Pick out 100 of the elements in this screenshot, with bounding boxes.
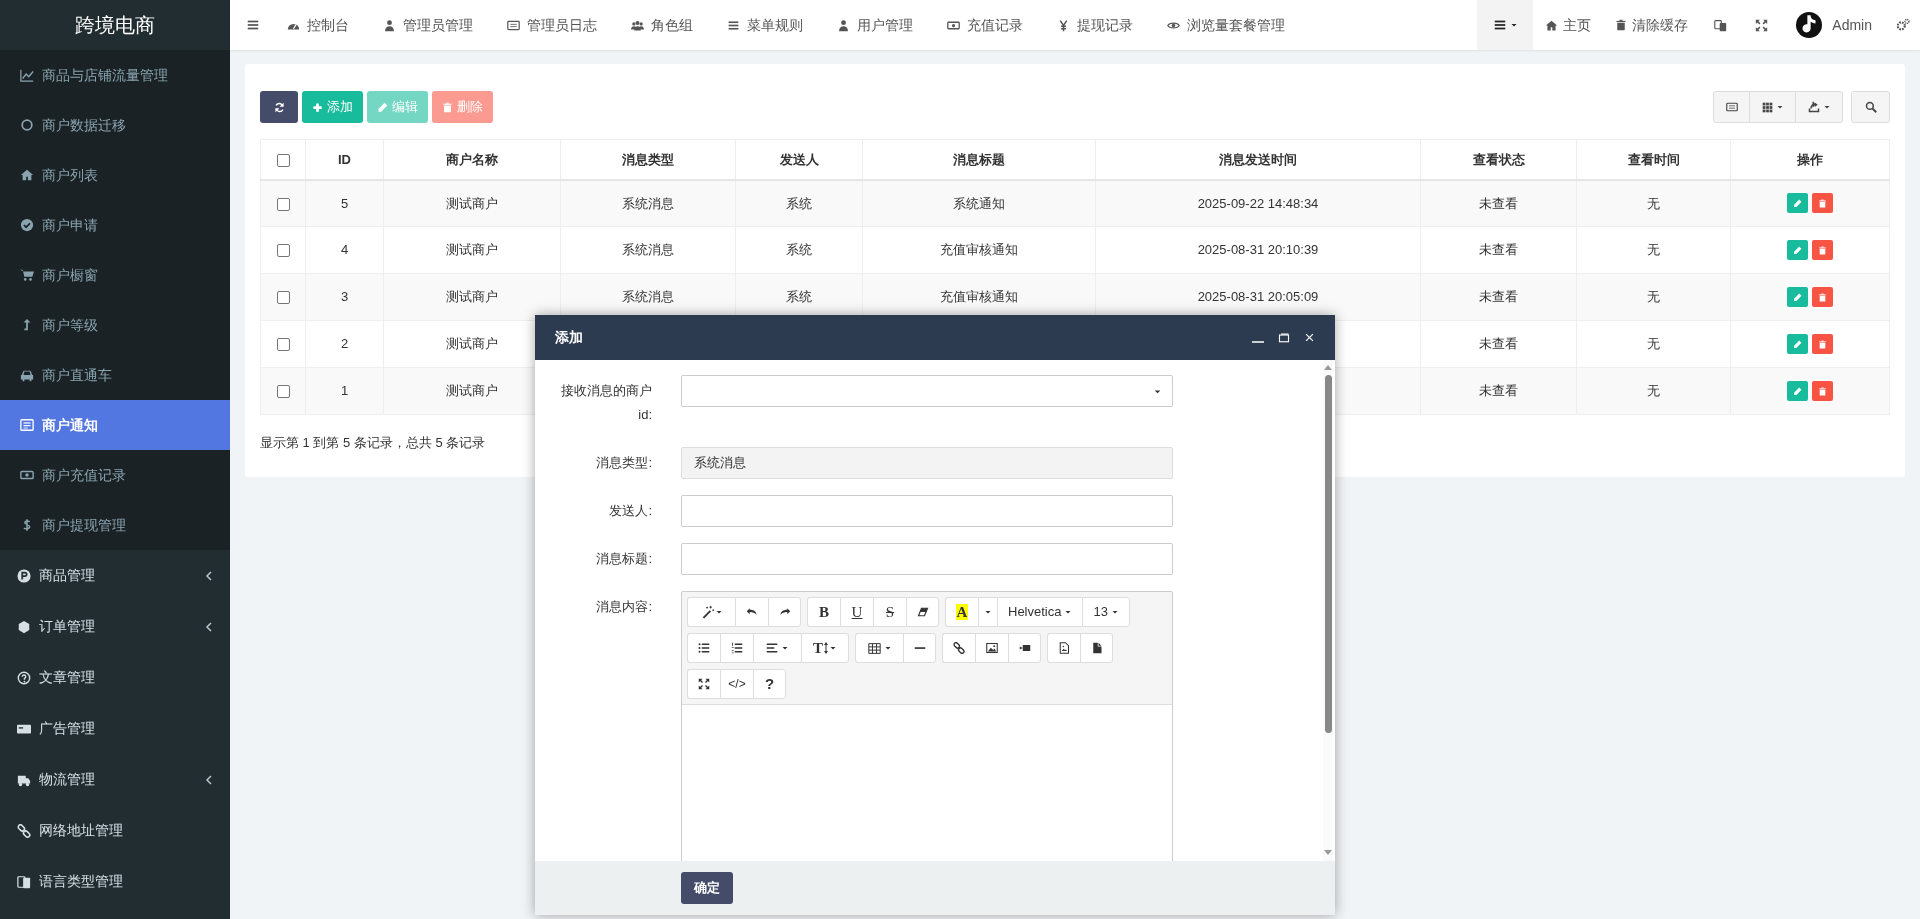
minimize-icon[interactable] xyxy=(1252,340,1264,343)
confirm-button[interactable]: 确定 xyxy=(681,872,733,904)
bullet-list-icon xyxy=(698,642,710,654)
nav-link[interactable]: 浏览量套餐管理 xyxy=(1155,0,1297,50)
refresh-button[interactable] xyxy=(260,91,298,123)
image-file-button[interactable] xyxy=(1047,633,1080,663)
maximize-icon xyxy=(1278,331,1290,344)
select-field[interactable] xyxy=(681,375,1173,407)
delete-button[interactable] xyxy=(1812,240,1833,260)
bold-button[interactable]: B xyxy=(807,597,840,627)
chevron-left-icon xyxy=(205,570,213,581)
edit-button[interactable] xyxy=(1787,381,1808,401)
strikethrough-button[interactable]: S xyxy=(873,597,906,627)
checkbox[interactable] xyxy=(276,385,290,399)
dropdown-button[interactable]: 13 xyxy=(1082,597,1130,627)
edit-button[interactable] xyxy=(1787,240,1808,260)
link-button[interactable] xyxy=(942,633,975,663)
input-field[interactable] xyxy=(681,495,1173,527)
parking-icon xyxy=(17,568,31,583)
input-field[interactable] xyxy=(681,543,1173,575)
sidebar-item[interactable]: 商户数据迁移 xyxy=(0,100,230,150)
nav-link[interactable]: 管理员管理 xyxy=(371,0,485,50)
checkbox[interactable] xyxy=(276,338,290,352)
sidebar-item[interactable]: 商户提现管理 xyxy=(0,500,230,550)
align-button[interactable] xyxy=(753,633,801,663)
list-icon xyxy=(507,18,520,32)
scrollbar[interactable] xyxy=(1323,360,1333,861)
close-icon xyxy=(1304,332,1315,343)
column-header[interactable]: 查看状态 xyxy=(1472,151,1525,167)
color-menu-button[interactable] xyxy=(978,597,997,627)
column-header[interactable]: 操作 xyxy=(1797,151,1823,167)
column-header[interactable]: 商户名称 xyxy=(446,151,498,167)
video-icon xyxy=(1018,642,1031,654)
nav-link[interactable]: 充值记录 xyxy=(935,0,1035,50)
edit-button[interactable] xyxy=(1787,287,1808,307)
picture-button[interactable] xyxy=(975,633,1008,663)
numbered-list-button[interactable] xyxy=(720,633,753,663)
font-color-button[interactable]: A xyxy=(945,597,978,627)
column-header[interactable]: 消息标题 xyxy=(953,151,1005,167)
delete-button[interactable] xyxy=(1812,381,1833,401)
checkbox[interactable] xyxy=(276,153,290,167)
user-menu[interactable]: Admin xyxy=(1782,0,1886,50)
sidebar-item[interactable]: 商户直通车 xyxy=(0,350,230,400)
sidebar-item[interactable]: 商户通知 xyxy=(0,400,230,450)
search-button[interactable] xyxy=(1851,91,1890,123)
checkbox[interactable] xyxy=(276,244,290,258)
table-cell: 2025-09-22 14:48:34 xyxy=(1197,195,1319,211)
table-cell: 未查看 xyxy=(1479,289,1518,305)
redo-button[interactable] xyxy=(768,597,801,627)
sidebar-item[interactable]: 商户申请 xyxy=(0,200,230,250)
home-icon xyxy=(20,168,34,182)
edit-button[interactable] xyxy=(1787,193,1808,214)
eraser-button[interactable] xyxy=(906,597,939,627)
nav-link[interactable]: 控制台 xyxy=(275,0,361,50)
file-button[interactable] xyxy=(1080,633,1113,663)
undo-button[interactable] xyxy=(735,597,768,627)
sidebar-item[interactable]: 商户充值记录 xyxy=(0,450,230,500)
line-height-button[interactable]: T xyxy=(801,633,849,663)
column-header[interactable]: 发送人 xyxy=(779,151,819,167)
field-label: 接收消息的商户id: xyxy=(560,382,652,424)
delete-button[interactable] xyxy=(1812,334,1833,354)
nav-link[interactable]: 提现记录 xyxy=(1045,0,1145,50)
table-button[interactable] xyxy=(855,633,903,663)
nav-link[interactable]: 角色组 xyxy=(619,0,705,50)
help-button[interactable]: ? xyxy=(753,669,786,699)
delete-button[interactable] xyxy=(1812,193,1833,214)
column-header[interactable]: 消息类型 xyxy=(622,151,674,167)
checkbox[interactable] xyxy=(276,291,290,305)
nav-link[interactable]: 用户管理 xyxy=(825,0,925,50)
video-button[interactable] xyxy=(1008,633,1041,663)
sidebar-item[interactable]: 商户列表 xyxy=(0,150,230,200)
dropdown-button[interactable]: Helvetica xyxy=(997,597,1083,627)
delete-button[interactable] xyxy=(1812,287,1833,307)
nav-link[interactable]: 清除缓存 xyxy=(1603,0,1701,50)
nav-link[interactable]: 菜单规则 xyxy=(715,0,815,50)
sidebar-item[interactable]: 商户橱窗 xyxy=(0,250,230,300)
checkbox[interactable] xyxy=(276,197,290,211)
language-icon xyxy=(17,874,31,889)
gears-icon xyxy=(1896,18,1910,32)
trash-icon xyxy=(442,101,453,113)
fullscreen-icon xyxy=(698,678,710,690)
nav-link[interactable]: 管理员日志 xyxy=(495,0,609,50)
underline-button[interactable]: U xyxy=(840,597,873,627)
sidebar-item[interactable]: 商户等级 xyxy=(0,300,230,350)
column-header[interactable]: ID xyxy=(338,151,351,167)
field-label: 发送人: xyxy=(608,502,652,520)
table-cell: 2 xyxy=(340,336,349,352)
edit-button[interactable] xyxy=(1787,334,1808,354)
caret-icon xyxy=(1064,608,1073,616)
code-view-button[interactable]: </> xyxy=(720,669,753,699)
sidebar-item[interactable]: 商品与店铺流量管理 xyxy=(0,50,230,100)
nav-link[interactable]: 主页 xyxy=(1533,0,1604,50)
fullscreen-button[interactable] xyxy=(687,669,720,699)
column-header[interactable]: 消息发送时间 xyxy=(1219,151,1297,167)
trash-icon xyxy=(1818,292,1827,302)
column-header[interactable]: 查看时间 xyxy=(1627,151,1680,167)
bullet-list-button[interactable] xyxy=(687,633,720,663)
style-button[interactable] xyxy=(687,597,735,627)
input-field[interactable]: 系统消息 xyxy=(681,447,1173,479)
plus-icon xyxy=(312,101,323,113)
